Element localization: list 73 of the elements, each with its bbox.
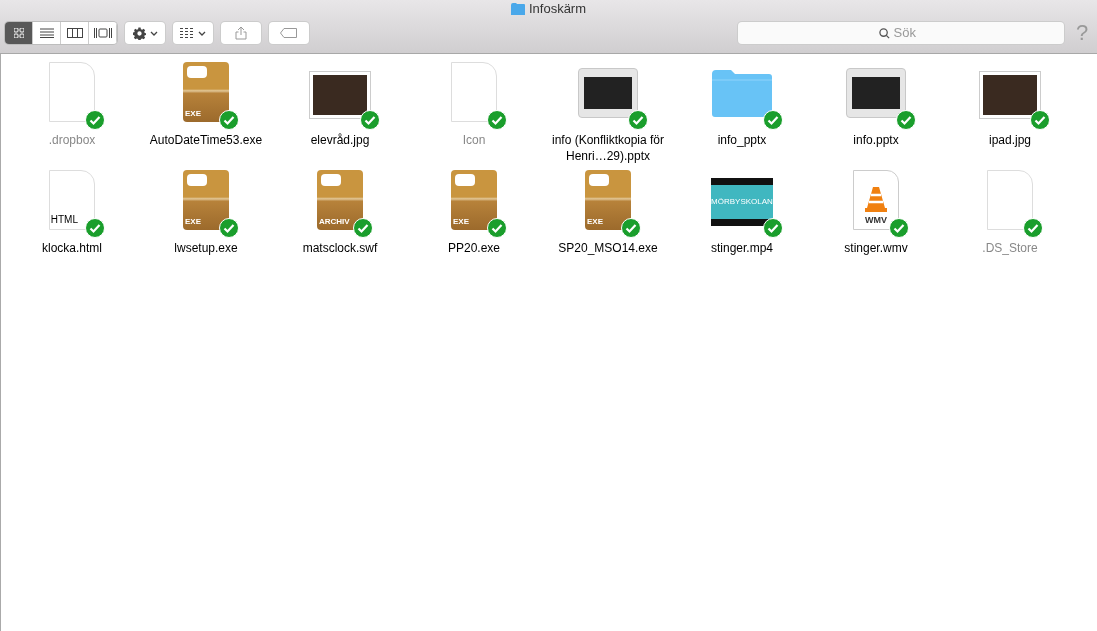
file-name[interactable]: matsclock.swf	[278, 240, 402, 256]
search-icon	[878, 27, 890, 39]
document-icon	[49, 62, 95, 122]
file-name[interactable]: AutoDateTime53.exe	[144, 132, 268, 148]
slide-icon	[578, 68, 638, 118]
shipping-label-icon	[321, 174, 341, 186]
traffic-cone-icon	[865, 186, 887, 212]
synced-check-icon	[85, 110, 105, 130]
synced-check-icon	[763, 110, 783, 130]
synced-check-icon	[353, 218, 373, 238]
file-name[interactable]: ipad.jpg	[948, 132, 1072, 148]
file-name[interactable]: SP20_MSO14.exe	[546, 240, 670, 256]
view-mode-button[interactable]	[5, 22, 33, 44]
search-input[interactable]: Sök	[893, 23, 924, 43]
synced-check-icon	[896, 110, 916, 130]
video-title-text: MÖRBYSKOLAN	[711, 198, 773, 206]
synced-check-icon	[621, 218, 641, 238]
file-name[interactable]: stinger.mp4	[680, 240, 804, 256]
tag-button[interactable]	[269, 22, 309, 44]
synced-check-icon	[487, 218, 507, 238]
file-name[interactable]: lwsetup.exe	[144, 240, 268, 256]
synced-check-icon	[487, 110, 507, 130]
file-name[interactable]: .DS_Store	[948, 240, 1072, 256]
synced-check-icon	[1023, 218, 1043, 238]
synced-check-icon	[763, 218, 783, 238]
arrange-menu-button[interactable]	[173, 22, 213, 44]
slide-icon	[846, 68, 906, 118]
chevron-down-icon	[198, 30, 206, 36]
folder-icon	[510, 3, 525, 15]
view-mode-button[interactable]	[61, 22, 89, 44]
coverflow-icon	[93, 28, 112, 38]
document-icon	[451, 62, 497, 122]
view-mode-button[interactable]	[33, 22, 61, 44]
file-name[interactable]: info_pptx	[680, 132, 804, 148]
file-type-label: ARCHIV	[318, 218, 350, 226]
file-name[interactable]: elevråd.jpg	[278, 132, 402, 148]
file-type-label: EXE	[586, 218, 603, 226]
file-name[interactable]: info.pptx	[814, 132, 938, 148]
settings-icon	[132, 26, 146, 40]
document-icon	[987, 170, 1033, 230]
shipping-label-icon	[455, 174, 475, 186]
synced-check-icon	[628, 110, 648, 130]
file-name[interactable]: info (Konfliktkopia för Henri…29).pptx	[546, 132, 670, 164]
file-name[interactable]: Icon	[412, 132, 536, 148]
synced-check-icon	[360, 110, 380, 130]
chevron-down-icon	[149, 30, 158, 36]
file-name[interactable]: stinger.wmv	[814, 240, 938, 256]
synced-check-icon	[219, 110, 239, 130]
file-type-label: HTML	[50, 215, 79, 225]
folder-icon	[711, 68, 773, 118]
share-icon	[235, 26, 247, 40]
list-icon	[39, 28, 54, 38]
view-mode-button[interactable]	[89, 22, 117, 44]
shipping-label-icon	[187, 66, 207, 78]
file-name[interactable]: PP20.exe	[412, 240, 536, 256]
file-type-label: EXE	[184, 110, 201, 118]
action-menu-button[interactable]	[125, 22, 165, 44]
photo-placeholder	[980, 72, 1040, 118]
file-type-label: EXE	[452, 218, 469, 226]
grid-icon	[13, 28, 24, 38]
synced-check-icon	[1030, 110, 1050, 130]
arrange-grid-icon	[180, 28, 194, 38]
columns-icon	[66, 28, 83, 38]
photo-placeholder	[310, 72, 370, 118]
tag-icon	[280, 28, 298, 38]
file-type-label: WMV	[865, 216, 887, 225]
file-type-label: EXE	[184, 218, 201, 226]
file-name[interactable]: .dropbox	[10, 132, 134, 148]
synced-check-icon	[219, 218, 239, 238]
window-title: Infoskärm	[528, 0, 587, 19]
shipping-label-icon	[589, 174, 609, 186]
shipping-label-icon	[187, 174, 207, 186]
file-name[interactable]: klocka.html	[10, 240, 134, 256]
